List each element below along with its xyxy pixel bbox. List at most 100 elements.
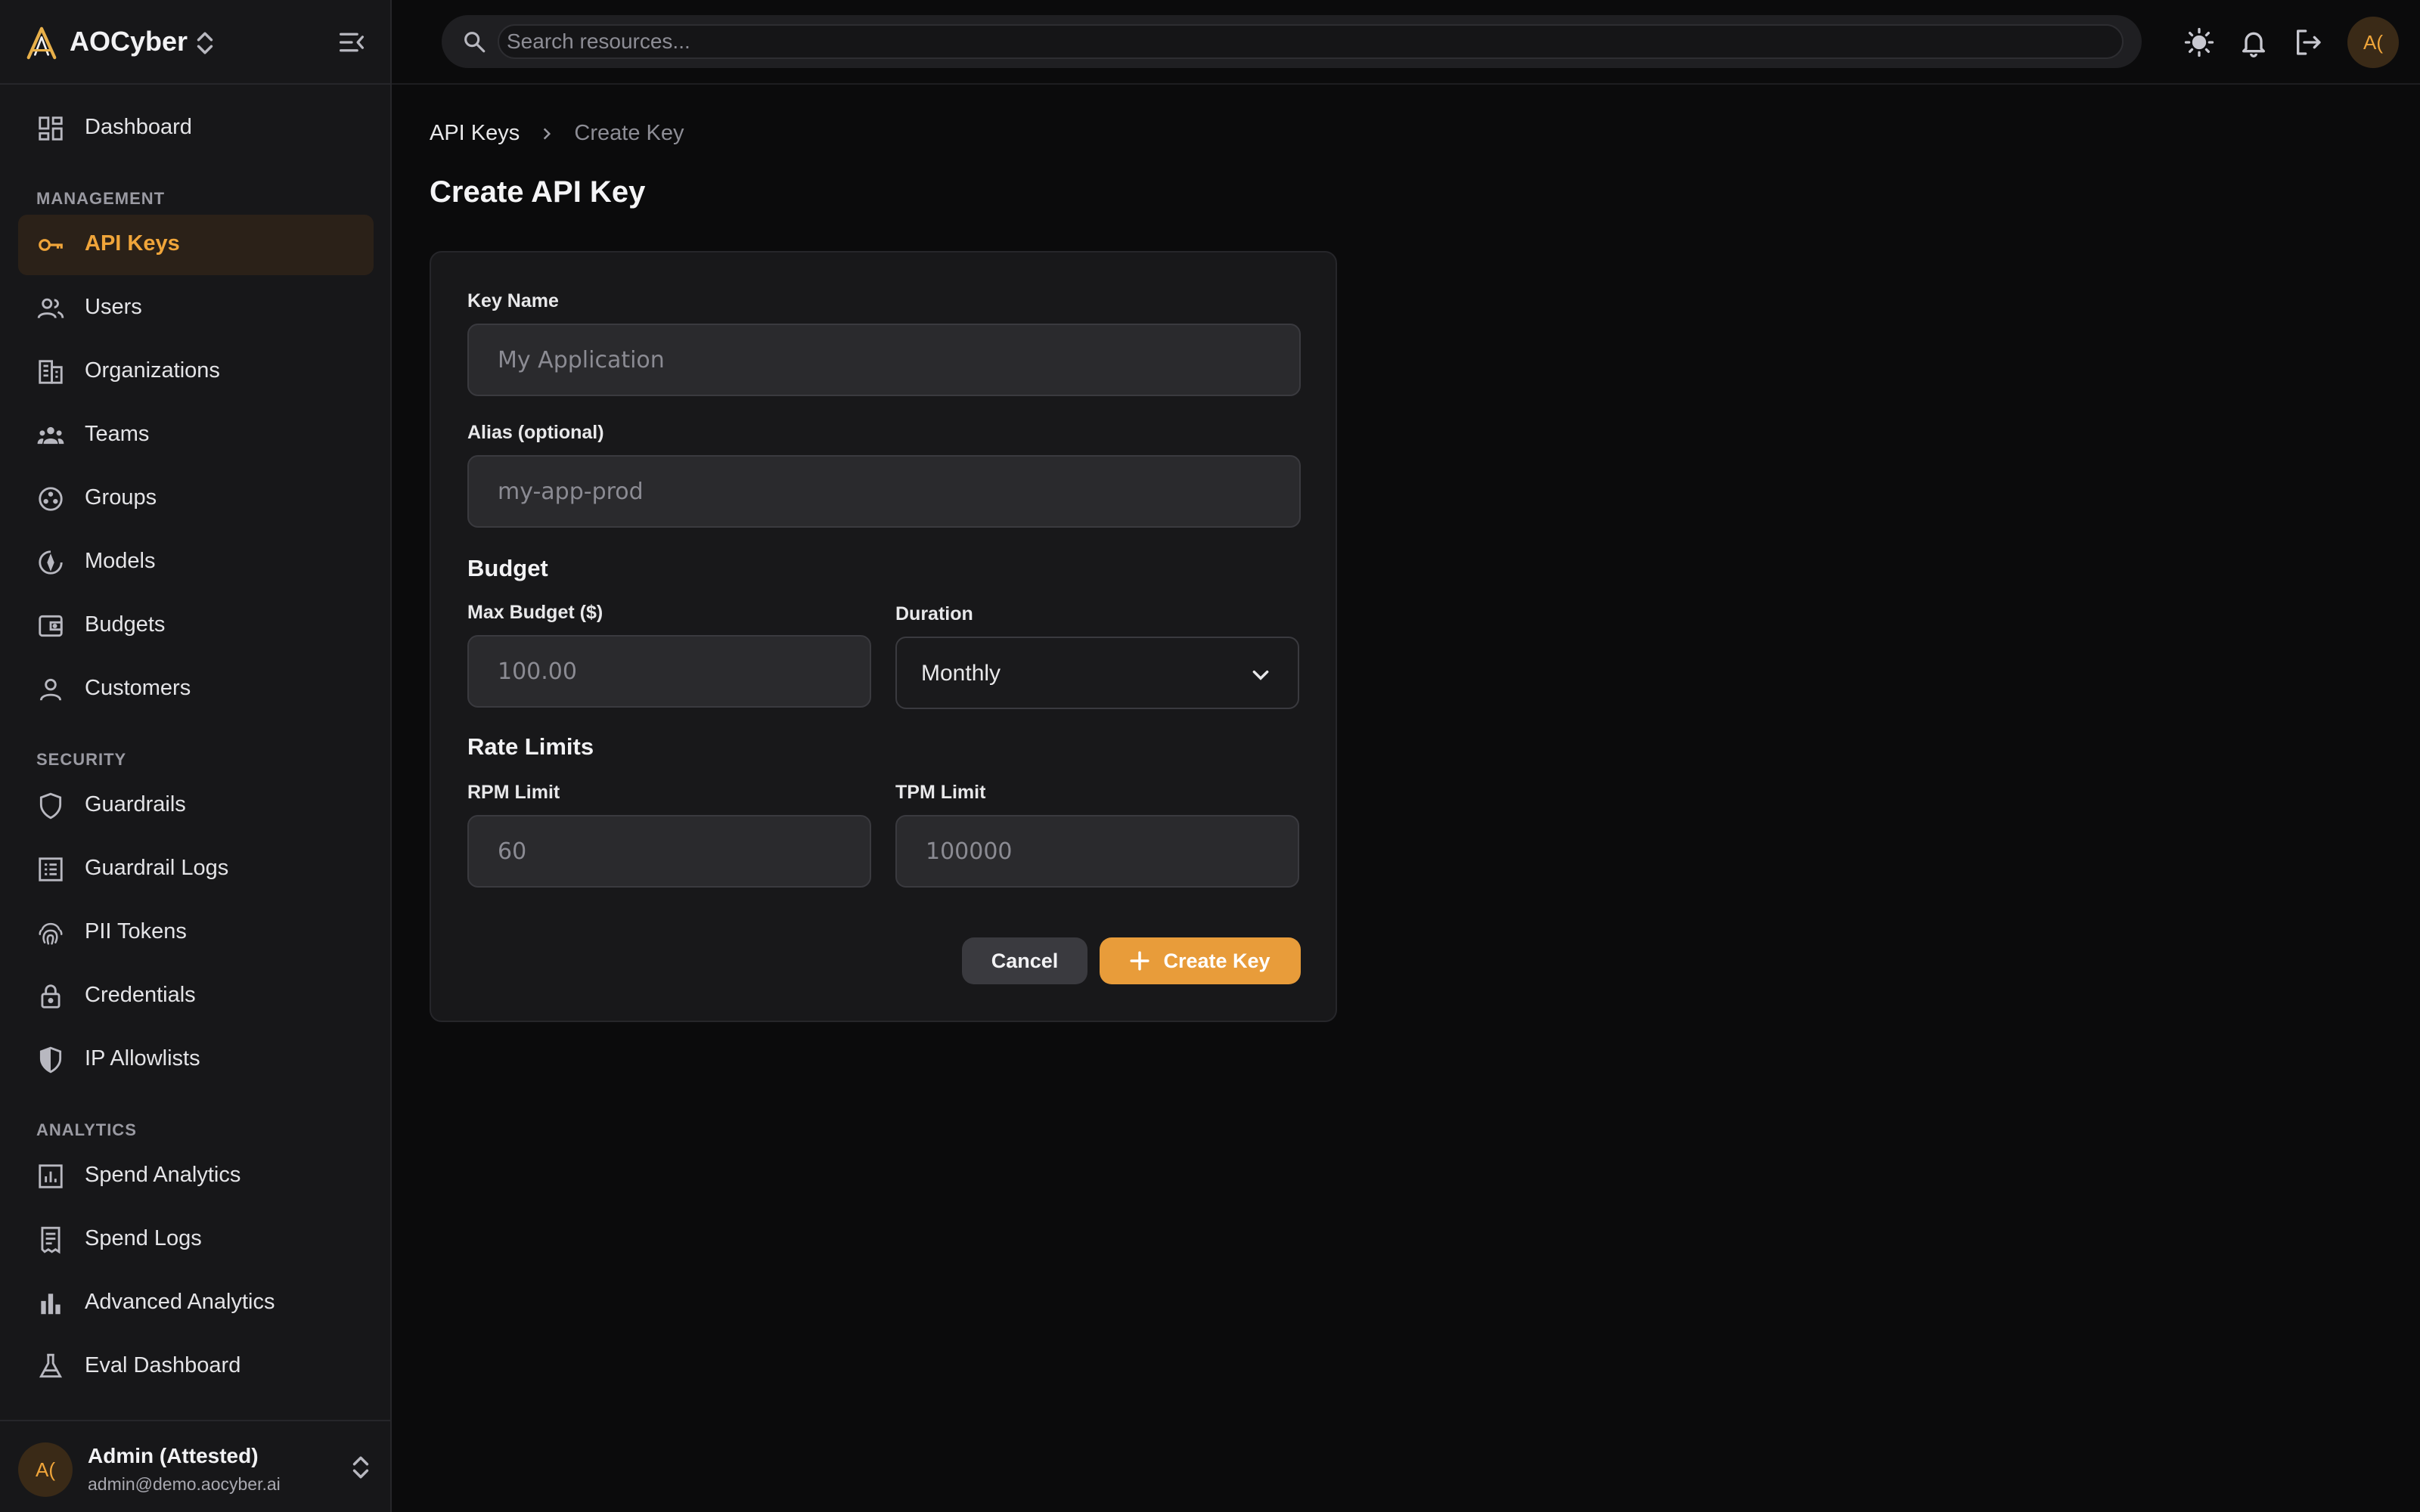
workspace-switch-icon[interactable]	[195, 30, 215, 56]
user-email: admin@demo.aocyber.ai	[88, 1474, 281, 1494]
building-icon	[39, 360, 63, 384]
aocyber-logo-icon	[26, 26, 57, 60]
notifications-bell-icon[interactable]	[2238, 27, 2269, 57]
key-icon	[39, 239, 63, 251]
sidebar-item-label: Organizations	[85, 358, 220, 383]
breadcrumb: API Keys Create Key	[430, 121, 684, 146]
cancel-button-label: Cancel	[991, 949, 1059, 972]
rpm-limit-input[interactable]	[467, 815, 871, 888]
sidebar-item-label: Budgets	[85, 612, 166, 637]
breadcrumb-parent[interactable]: API Keys	[430, 121, 520, 145]
log-list-icon	[39, 857, 63, 881]
sidebar-item-label: Spend Analytics	[85, 1163, 241, 1187]
max-budget-label: Max Budget ($)	[467, 602, 603, 623]
sidebar-item-users[interactable]: Users	[18, 278, 374, 339]
plus-icon	[1130, 951, 1150, 971]
max-budget-input[interactable]	[467, 635, 871, 708]
sidebar-item-label: Guardrails	[85, 792, 186, 816]
cancel-button[interactable]: Cancel	[962, 937, 1087, 984]
alias-input[interactable]	[467, 455, 1301, 528]
sidebar-item-label: Users	[85, 295, 142, 319]
sidebar-item-label: Groups	[85, 485, 157, 510]
rpm-limit-label: RPM Limit	[467, 782, 560, 803]
sidebar-item-label: Eval Dashboard	[85, 1353, 241, 1377]
teams-icon	[37, 426, 64, 445]
sidebar-item-label: Teams	[85, 422, 150, 446]
sidebar-item-label: IP Allowlists	[85, 1046, 200, 1070]
chevron-right-icon	[544, 128, 551, 140]
create-key-button[interactable]: Create Key	[1100, 937, 1301, 984]
sidebar-item-dashboard[interactable]: Dashboard	[18, 98, 374, 159]
shield-icon	[39, 792, 62, 820]
brand-name: AOCyber	[70, 26, 188, 57]
search-bar	[442, 15, 2142, 68]
sidebar-item-spend-analytics[interactable]: Spend Analytics	[18, 1146, 374, 1207]
collapse-sidebar-icon[interactable]	[337, 29, 366, 56]
search-icon	[464, 32, 486, 53]
sidebar: AOCyber Dashboard MANAGEMENT API Keys Us…	[0, 0, 392, 1512]
sidebar-item-budgets[interactable]: Budgets	[18, 596, 374, 656]
sidebar-item-label: API Keys	[85, 231, 180, 256]
sidebar-item-spend-logs[interactable]: Spend Logs	[18, 1210, 374, 1270]
sidebar-item-customers[interactable]: Customers	[18, 659, 374, 720]
logout-icon[interactable]	[2293, 27, 2323, 57]
duration-select[interactable]: Monthly	[895, 637, 1299, 709]
avatar: A(	[18, 1442, 73, 1497]
sidebar-item-label: Spend Logs	[85, 1226, 202, 1250]
create-key-button-label: Create Key	[1163, 949, 1270, 972]
brand-header: AOCyber	[0, 0, 390, 85]
topbar: A(	[392, 0, 2420, 85]
user-panel[interactable]: A( Admin (Attested) admin@demo.aocyber.a…	[0, 1420, 390, 1512]
sidebar-item-ip-allowlists[interactable]: IP Allowlists	[18, 1030, 374, 1090]
person-icon	[39, 678, 62, 701]
account-avatar[interactable]: A(	[2347, 17, 2399, 68]
fingerprint-icon	[39, 922, 63, 945]
shield-half-icon	[39, 1046, 62, 1074]
sidebar-item-models[interactable]: Models	[18, 532, 374, 593]
sidebar-item-advanced-analytics[interactable]: Advanced Analytics	[18, 1273, 374, 1334]
sidebar-item-label: Models	[85, 549, 156, 573]
sidebar-item-groups[interactable]: Groups	[18, 469, 374, 529]
wallet-icon	[39, 615, 63, 637]
sidebar-item-api-keys[interactable]: API Keys	[18, 215, 374, 275]
duration-value: Monthly	[921, 661, 1001, 686]
sidebar-item-credentials[interactable]: Credentials	[18, 966, 374, 1027]
sidebar-item-guardrails[interactable]: Guardrails	[18, 776, 374, 836]
tpm-limit-label: TPM Limit	[895, 782, 986, 803]
bar-chart-icon	[41, 1294, 60, 1315]
sidebar-item-guardrail-logs[interactable]: Guardrail Logs	[18, 839, 374, 900]
section-security: SECURITY	[36, 750, 127, 769]
analytics-icon	[39, 1164, 63, 1188]
page-title: Create API Key	[430, 175, 646, 209]
duration-label: Duration	[895, 603, 973, 624]
search-input[interactable]	[498, 24, 2124, 59]
theme-toggle-icon[interactable]	[2184, 27, 2214, 57]
sidebar-item-label: Guardrail Logs	[85, 856, 229, 880]
sidebar-item-teams[interactable]: Teams	[18, 405, 374, 466]
alias-label: Alias (optional)	[467, 422, 604, 443]
sidebar-item-label: Dashboard	[85, 115, 192, 139]
key-name-label: Key Name	[467, 290, 559, 311]
chevron-down-icon	[1252, 670, 1269, 680]
breadcrumb-current: Create Key	[574, 121, 684, 145]
sidebar-item-eval-dashboard[interactable]: Eval Dashboard	[18, 1337, 374, 1397]
create-key-form: Key Name Alias (optional) Budget Max Bud…	[430, 251, 1337, 1022]
sidebar-item-pii-tokens[interactable]: PII Tokens	[18, 903, 374, 963]
models-icon	[39, 550, 63, 575]
expand-user-menu-icon[interactable]	[351, 1455, 371, 1480]
sidebar-item-organizations[interactable]: Organizations	[18, 342, 374, 402]
sidebar-item-label: Credentials	[85, 983, 196, 1007]
user-name: Admin (Attested)	[88, 1444, 259, 1467]
sidebar-item-label: Customers	[85, 676, 191, 700]
rate-limits-heading: Rate Limits	[467, 733, 594, 760]
tpm-limit-input[interactable]	[895, 815, 1299, 888]
key-name-input[interactable]	[467, 324, 1301, 396]
sidebar-item-label: Advanced Analytics	[85, 1290, 275, 1314]
users-icon	[37, 298, 64, 319]
groups-icon	[39, 487, 63, 511]
dashboard-icon	[39, 116, 63, 141]
lock-icon	[41, 984, 60, 1009]
sidebar-item-label: PII Tokens	[85, 919, 187, 943]
flask-icon	[39, 1353, 63, 1378]
receipt-icon	[41, 1226, 60, 1254]
